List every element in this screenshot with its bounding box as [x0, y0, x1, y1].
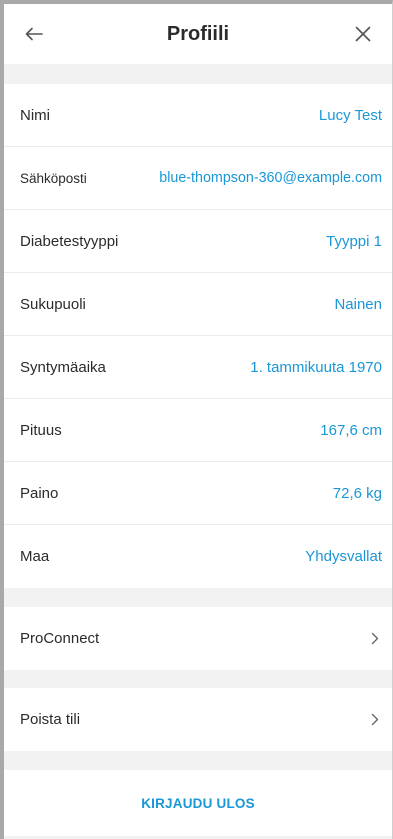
profile-details-list: Nimi Lucy Test Sähköposti blue-thompson-…: [4, 84, 392, 588]
chevron-right-icon: [368, 632, 382, 646]
delete-account-section: Poista tili: [4, 688, 392, 751]
row-label: Pituus: [20, 421, 62, 439]
profile-screen: Profiili Nimi Lucy Test Sähköposti blue-…: [0, 0, 393, 839]
delete-account-label: Poista tili: [20, 711, 81, 728]
row-label: Sähköposti: [20, 170, 87, 186]
row-weight[interactable]: Paino 72,6 kg: [4, 462, 392, 525]
row-value: blue-thompson-360@example.com: [159, 170, 382, 186]
proconnect-row[interactable]: ProConnect: [4, 607, 392, 670]
row-name[interactable]: Nimi Lucy Test: [4, 84, 392, 147]
row-country[interactable]: Maa Yhdysvallat: [4, 525, 392, 588]
row-email[interactable]: Sähköposti blue-thompson-360@example.com: [4, 147, 392, 210]
arrow-left-icon: [25, 27, 43, 41]
header-bar: Profiili: [4, 4, 392, 64]
delete-account-row[interactable]: Poista tili: [4, 688, 392, 751]
row-value: Lucy Test: [318, 106, 382, 124]
back-button[interactable]: [22, 22, 46, 46]
row-value: Yhdysvallat: [305, 548, 382, 565]
row-label: Nimi: [20, 106, 50, 124]
close-button[interactable]: [350, 21, 376, 47]
row-label: Paino: [20, 484, 59, 502]
row-value: 167,6 cm: [320, 421, 382, 439]
close-icon: [355, 26, 371, 42]
row-label: Maa: [20, 548, 50, 565]
row-value: Nainen: [334, 295, 382, 313]
page-title: Profiili: [166, 22, 230, 45]
row-value: 72,6 kg: [332, 484, 382, 502]
proconnect-label: ProConnect: [20, 630, 100, 647]
row-height[interactable]: Pituus 167,6 cm: [4, 399, 392, 462]
row-label: Sukupuoli: [20, 295, 86, 313]
row-label: Syntymäaika: [20, 358, 106, 376]
row-gender[interactable]: Sukupuoli Nainen: [4, 273, 392, 336]
chevron-right-icon: [368, 713, 382, 727]
row-diabetes-type[interactable]: Diabetestyyppi Tyyppi 1: [4, 210, 392, 273]
row-value: 1. tammikuuta 1970: [250, 358, 382, 376]
row-label: Diabetestyyppi: [20, 232, 119, 250]
row-birthdate[interactable]: Syntymäaika 1. tammikuuta 1970: [4, 336, 392, 399]
signout-section: KIRJAUDU ULOS: [4, 770, 392, 836]
row-value: Tyyppi 1: [326, 232, 382, 250]
proconnect-section: ProConnect: [4, 607, 392, 670]
signout-button[interactable]: KIRJAUDU ULOS: [4, 770, 392, 836]
